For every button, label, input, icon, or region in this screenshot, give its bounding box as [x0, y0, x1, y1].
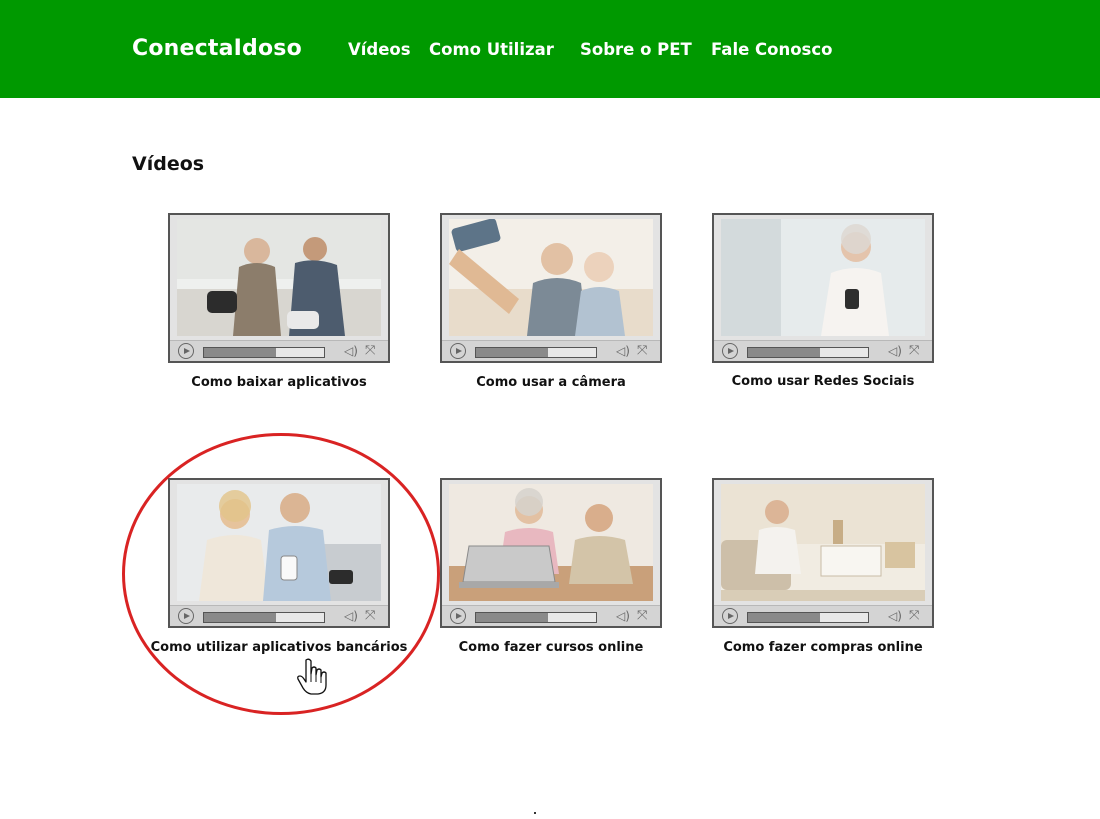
site-header: ConectaIdoso Vídeos Como Utilizar Sobre …	[0, 0, 1100, 98]
video-thumbnail	[721, 219, 925, 336]
play-icon[interactable]	[722, 608, 738, 624]
volume-icon[interactable]: ◁)	[344, 610, 358, 623]
video-title[interactable]: Como usar Redes Sociais	[693, 374, 953, 389]
nav-videos[interactable]: Vídeos	[348, 40, 411, 59]
video-thumbnail	[721, 484, 925, 601]
video-thumbnail	[177, 484, 381, 601]
volume-icon[interactable]: ◁)	[888, 345, 902, 358]
volume-icon[interactable]: ◁)	[888, 610, 902, 623]
video-player[interactable]: ◁) ⤧	[440, 478, 662, 628]
video-controls: ◁) ⤧	[442, 605, 660, 626]
video-thumbnail	[177, 219, 381, 336]
video-title[interactable]: Como baixar aplicativos	[149, 375, 409, 390]
volume-icon[interactable]: ◁)	[616, 610, 630, 623]
hand-pointer-icon	[297, 658, 329, 700]
progress-bar[interactable]	[747, 612, 869, 623]
video-controls: ◁) ⤧	[714, 605, 932, 626]
fullscreen-icon[interactable]: ⤧	[909, 344, 919, 357]
fullscreen-icon[interactable]: ⤧	[365, 344, 375, 357]
progress-bar[interactable]	[203, 612, 325, 623]
video-controls: ◁) ⤧	[442, 340, 660, 361]
play-icon[interactable]	[178, 343, 194, 359]
volume-icon[interactable]: ◁)	[344, 345, 358, 358]
progress-bar[interactable]	[203, 347, 325, 358]
progress-bar[interactable]	[747, 347, 869, 358]
fullscreen-icon[interactable]: ⤧	[909, 609, 919, 622]
video-controls: ◁) ⤧	[714, 340, 932, 361]
video-player[interactable]: ◁) ⤧	[168, 478, 390, 628]
nav-fale-conosco[interactable]: Fale Conosco	[711, 40, 833, 59]
video-player[interactable]: ◁) ⤧	[712, 478, 934, 628]
fullscreen-icon[interactable]: ⤧	[637, 344, 647, 357]
video-player[interactable]: ◁) ⤧	[168, 213, 390, 363]
video-thumbnail	[449, 484, 653, 601]
video-title[interactable]: Como usar a câmera	[421, 375, 681, 390]
play-icon[interactable]	[178, 608, 194, 624]
page-title: Vídeos	[132, 153, 205, 175]
progress-bar[interactable]	[475, 612, 597, 623]
fullscreen-icon[interactable]: ⤧	[365, 609, 375, 622]
fullscreen-icon[interactable]: ⤧	[637, 609, 647, 622]
nav-sobre-pet[interactable]: Sobre o PET	[580, 40, 692, 59]
video-controls: ◁) ⤧	[170, 340, 388, 361]
volume-icon[interactable]: ◁)	[616, 345, 630, 358]
play-icon[interactable]	[722, 343, 738, 359]
divider-dot	[534, 812, 536, 814]
video-title[interactable]: Como fazer compras online	[693, 640, 953, 655]
nav-como-utilizar[interactable]: Como Utilizar	[429, 40, 554, 59]
video-controls: ◁) ⤧	[170, 605, 388, 626]
video-player[interactable]: ◁) ⤧	[440, 213, 662, 363]
progress-bar[interactable]	[475, 347, 597, 358]
video-thumbnail	[449, 219, 653, 336]
video-title[interactable]: Como utilizar aplicativos bancários	[149, 640, 409, 655]
play-icon[interactable]	[450, 608, 466, 624]
video-title[interactable]: Como fazer cursos online	[421, 640, 681, 655]
video-player[interactable]: ◁) ⤧	[712, 213, 934, 363]
play-icon[interactable]	[450, 343, 466, 359]
site-logo[interactable]: ConectaIdoso	[132, 36, 302, 61]
